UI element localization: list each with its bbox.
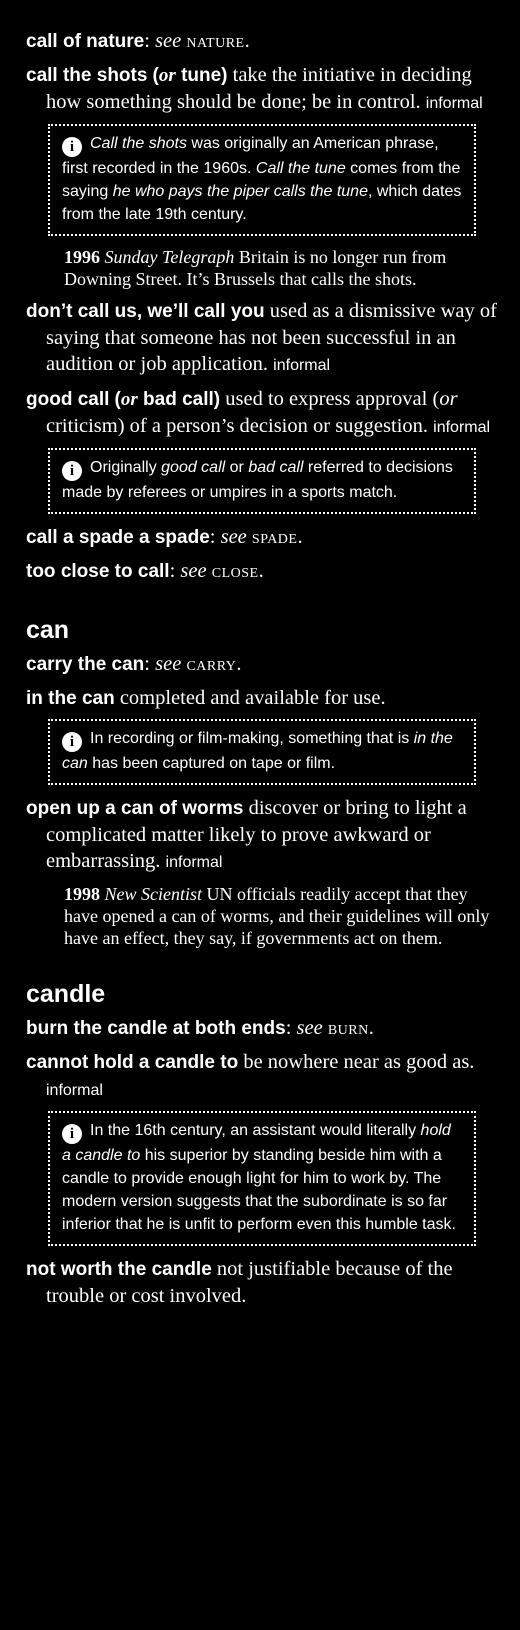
info-icon: i bbox=[62, 1124, 82, 1144]
register-label: informal bbox=[165, 854, 223, 871]
headword-variant: bad call bbox=[143, 389, 214, 410]
headword: not worth the candle bbox=[26, 1259, 212, 1280]
colon: : bbox=[144, 30, 150, 52]
headword: burn the candle at both ends bbox=[26, 1018, 286, 1039]
entry-in-the-can: in the can completed and available for u… bbox=[26, 685, 500, 712]
info-icon: i bbox=[62, 137, 82, 157]
usage-note-in-the-can: i In recording or film-making, something … bbox=[48, 719, 476, 785]
usage-note-call-the-shots: i Call the shots was originally an Americ… bbox=[48, 124, 476, 236]
register-label: informal bbox=[425, 95, 483, 112]
headword: call a spade a spade bbox=[26, 527, 210, 548]
register-label: informal bbox=[273, 357, 331, 374]
headword: open up a can of worms bbox=[26, 798, 244, 819]
register-label: informal bbox=[46, 1082, 103, 1099]
entry-call-the-shots: call the shots (or tune) take the initia… bbox=[26, 64, 483, 113]
entry-burn-the-candle: burn the candle at both ends: see burn. bbox=[26, 1017, 375, 1039]
headword: in the can bbox=[26, 688, 115, 709]
entry-hold-a-candle: cannot hold a candle to be nowhere near … bbox=[26, 1049, 500, 1104]
cross-reference: spade. bbox=[251, 526, 304, 548]
info-icon: i bbox=[62, 732, 82, 752]
entry-call-a-spade: call a spade a spade: see spade. bbox=[26, 526, 304, 548]
entry-too-close-to-call: too close to call: see close. bbox=[26, 560, 265, 582]
entry-carry-the-can: carry the can: see carry. bbox=[26, 653, 243, 675]
section-heading-can: can bbox=[26, 616, 70, 644]
info-icon: i bbox=[62, 461, 82, 481]
cross-reference: close. bbox=[211, 560, 265, 582]
register-label: informal bbox=[433, 419, 491, 436]
headword-variant: tune bbox=[181, 65, 222, 86]
headword: don’t call us, we’ll call you bbox=[26, 301, 265, 322]
cross-reference: carry. bbox=[186, 653, 243, 675]
quotation-1996: 1996 Sunday Telegraph Britain is no long… bbox=[64, 247, 447, 289]
entry-not-worth-the-candle: not worth the candle not justifiable bec… bbox=[26, 1256, 500, 1309]
entry-good-call: good call (or bad call) used to express … bbox=[26, 388, 491, 437]
dictionary-page: call of nature: see nature. call the sho… bbox=[0, 0, 520, 1630]
usage-note-hold-a-candle: i In the 16th century, an assistant would… bbox=[48, 1111, 476, 1246]
definition: used to express approval ( bbox=[225, 388, 440, 410]
headword: cannot hold a candle to bbox=[26, 1052, 239, 1073]
entry-call-of-nature: call of nature: see nature. bbox=[26, 28, 500, 55]
entry-can-of-worms: open up a can of worms discover or bring… bbox=[26, 795, 500, 876]
section-heading-candle: candle bbox=[26, 980, 106, 1008]
entry-dont-call-us: don’t call us, we’ll call you used as a … bbox=[26, 298, 500, 379]
see-label: see bbox=[155, 30, 182, 52]
headword: call of nature bbox=[26, 31, 145, 52]
headword: good call bbox=[26, 389, 110, 410]
headword: carry the can bbox=[26, 654, 145, 675]
definition: completed and available for use. bbox=[119, 687, 386, 709]
headword: too close to call bbox=[26, 561, 170, 582]
cross-reference: nature. bbox=[186, 30, 251, 52]
quotation-1998: 1998 New Scientist UN officials readily … bbox=[64, 884, 490, 948]
headword: call the shots bbox=[26, 65, 148, 86]
definition: be nowhere near as good as. bbox=[243, 1051, 475, 1073]
or-label: or bbox=[158, 65, 176, 86]
cross-reference: burn. bbox=[327, 1017, 375, 1039]
usage-note-good-call: i Originally good call or bad call referr… bbox=[48, 448, 476, 514]
